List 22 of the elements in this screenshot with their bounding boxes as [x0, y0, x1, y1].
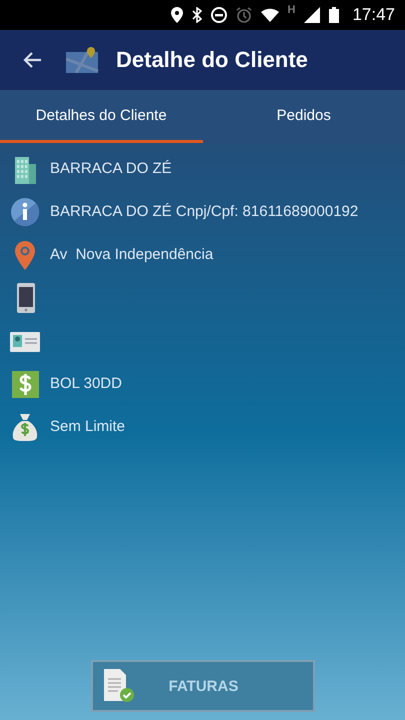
alarm-icon	[236, 7, 252, 23]
document-check-icon	[102, 669, 134, 703]
detail-text: BOL 30DD	[50, 375, 122, 392]
signal-icon	[304, 7, 320, 23]
detail-text: BARRACA DO ZÉ	[50, 160, 172, 177]
tab[interactable]: Pedidos	[202, 90, 405, 143]
network-type: H	[288, 4, 296, 16]
dollar-icon	[10, 368, 40, 398]
clock-time: 17:47	[352, 5, 395, 25]
wifi-icon	[260, 8, 278, 22]
map-icon	[66, 47, 100, 73]
back-arrow-icon[interactable]	[22, 51, 42, 69]
battery-icon	[329, 7, 340, 23]
info-icon	[10, 196, 40, 226]
location-icon	[170, 7, 182, 23]
detail-text: Sem Limite	[50, 418, 126, 435]
bluetooth-icon	[192, 7, 202, 23]
screen-title: Detalhe do Cliente	[116, 47, 308, 73]
detail-text: Av Nova Independência	[50, 246, 214, 263]
money-bag-icon	[10, 412, 40, 442]
detail-text: BARRACA DO ZÉ Cnpj/Cpf: 81611689000192	[50, 203, 358, 220]
do-not-disturb-icon	[210, 7, 226, 23]
